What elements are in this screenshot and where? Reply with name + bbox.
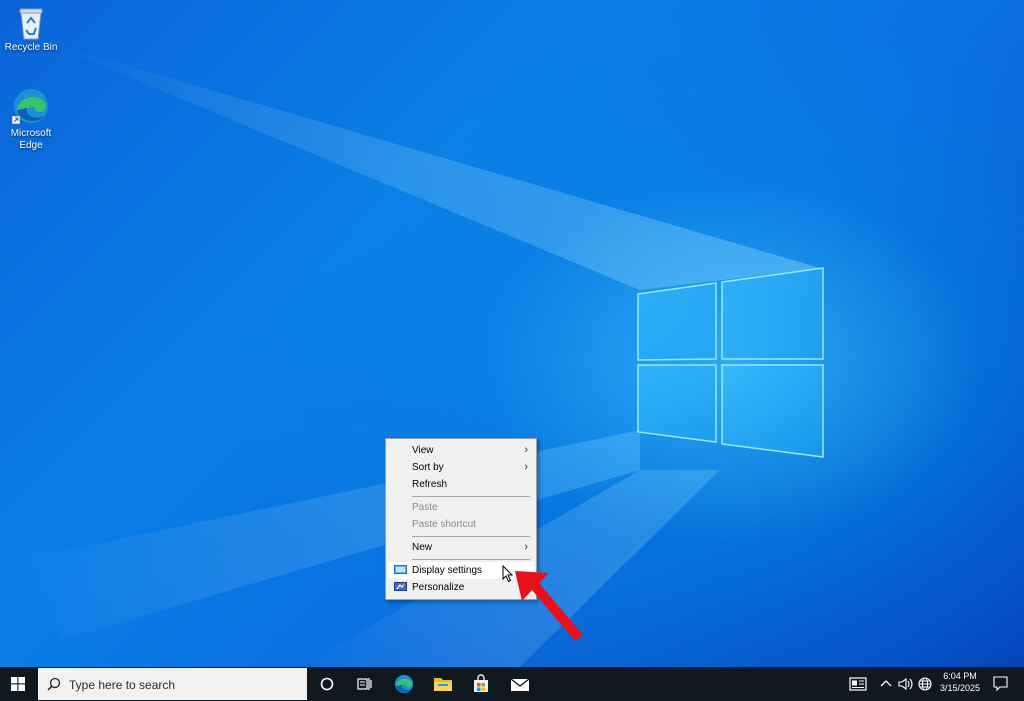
menu-item-view[interactable]: View › [388, 442, 534, 459]
menu-item-paste[interactable]: Paste [388, 499, 534, 516]
clock-time: 6:04 PM [943, 671, 977, 681]
submenu-arrow-icon: › [524, 461, 528, 473]
volume-icon[interactable] [898, 677, 914, 691]
menu-separator [412, 496, 530, 497]
display-settings-icon [394, 565, 407, 574]
submenu-arrow-icon: › [524, 541, 528, 553]
microsoft-store-button[interactable] [462, 667, 500, 701]
menu-separator [412, 559, 530, 560]
annotation-arrow-icon [515, 571, 583, 641]
menu-item-refresh[interactable]: Refresh [388, 476, 534, 493]
desktop-icon-recycle-bin[interactable]: Recycle Bin [0, 6, 62, 54]
cortana-icon [320, 677, 334, 691]
recycle-bin-icon [19, 8, 43, 40]
menu-item-new[interactable]: New › [388, 539, 534, 556]
microsoft-store-icon [474, 674, 488, 692]
windows-start-icon [11, 677, 25, 691]
start-button[interactable] [0, 667, 38, 701]
file-explorer-icon [434, 678, 452, 691]
taskbar: Type here to search 6:04 PM 3/15/2025 [0, 667, 1024, 701]
cortana-button[interactable] [308, 667, 346, 701]
show-hidden-icons-chevron-icon[interactable] [880, 679, 892, 689]
taskbar-clock[interactable]: 6:04 PM 3/15/2025 [934, 670, 986, 694]
edge-icon [395, 675, 413, 693]
taskbar-edge-button[interactable] [385, 667, 423, 701]
search-placeholder: Type here to search [69, 678, 176, 692]
network-globe-icon[interactable] [918, 677, 932, 691]
submenu-arrow-icon: › [524, 444, 528, 456]
menu-item-sort-by[interactable]: Sort by › [388, 459, 534, 476]
action-center-notification-icon[interactable] [993, 676, 1008, 691]
personalize-icon [394, 582, 407, 591]
recycle-bin-label: Recycle Bin [4, 42, 58, 53]
microsoft-edge-label: Microsoft Edge [10, 128, 52, 151]
mail-button[interactable] [501, 667, 539, 701]
desktop[interactable]: Recycle Bin Microsoft Edge View › Sort b… [0, 0, 1024, 667]
edge-icon [11, 89, 48, 125]
file-explorer-button[interactable] [424, 667, 462, 701]
mail-icon [510, 678, 530, 691]
search-icon [47, 677, 61, 691]
news-and-interests-icon[interactable] [849, 677, 867, 691]
task-view-icon [357, 678, 372, 690]
menu-separator [412, 536, 530, 537]
menu-item-paste-shortcut[interactable]: Paste shortcut [388, 516, 534, 533]
clock-date: 3/15/2025 [939, 683, 981, 693]
task-view-button[interactable] [346, 667, 384, 701]
taskbar-search-box[interactable]: Type here to search [38, 668, 307, 700]
desktop-icon-microsoft-edge[interactable]: Microsoft Edge [0, 86, 62, 152]
